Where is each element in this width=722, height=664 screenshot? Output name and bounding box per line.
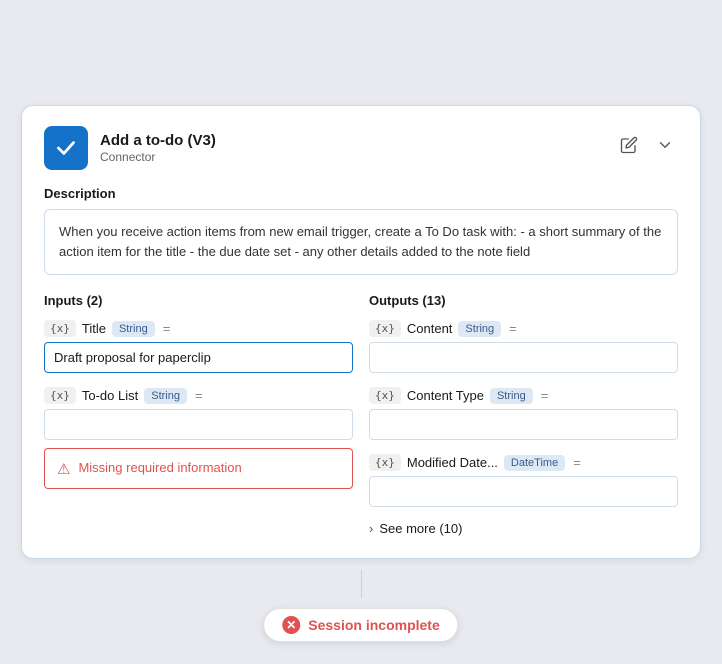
input-item-todolist: {x} To-do List String = ⚠ Missing requir…: [44, 387, 353, 489]
output-contenttype-var-badge: {x}: [369, 387, 401, 404]
missing-info-error: ⚠ Missing required information: [44, 448, 353, 489]
input-item-title: {x} Title String =: [44, 320, 353, 373]
output-contenttype-header: {x} Content Type String =: [369, 387, 678, 404]
page-wrapper: Add a to-do (V3) Connector: [0, 0, 722, 664]
output-item-content: {x} Content String =: [369, 320, 678, 373]
header-actions: [616, 132, 678, 163]
output-modifieddate-header: {x} Modified Date... DateTime =: [369, 454, 678, 471]
inputs-title: Inputs (2): [44, 293, 353, 308]
input-todolist-type-badge: String: [144, 388, 187, 404]
see-more-button[interactable]: › See more (10): [369, 521, 678, 536]
output-item-contenttype: {x} Content Type String =: [369, 387, 678, 440]
header-subtitle: Connector: [100, 150, 616, 164]
output-contenttype-label: Content Type: [407, 388, 484, 403]
session-text: Session incomplete: [308, 617, 439, 633]
input-title-var-badge: {x}: [44, 320, 76, 337]
outputs-column: Outputs (13) {x} Content String = {x}: [369, 293, 678, 536]
header-title: Add a to-do (V3): [100, 132, 616, 149]
input-title-eq: =: [163, 321, 171, 336]
output-contenttype-field[interactable]: [369, 409, 678, 440]
input-todolist-header: {x} To-do List String =: [44, 387, 353, 404]
output-modifieddate-field[interactable]: [369, 476, 678, 507]
edit-icon: [620, 136, 638, 159]
output-item-modifieddate: {x} Modified Date... DateTime =: [369, 454, 678, 507]
session-x-icon: ✕: [286, 618, 296, 632]
output-content-field[interactable]: [369, 342, 678, 373]
divider-line: [361, 570, 362, 598]
edit-button[interactable]: [616, 132, 642, 163]
input-todolist-var-badge: {x}: [44, 387, 76, 404]
error-message: Missing required information: [78, 459, 241, 477]
collapse-icon: [656, 136, 674, 159]
output-content-header: {x} Content String =: [369, 320, 678, 337]
see-more-arrow-icon: ›: [369, 521, 373, 536]
session-error-icon: ✕: [282, 616, 300, 634]
input-error-container: ⚠ Missing required information: [44, 448, 353, 489]
output-contenttype-type-badge: String: [490, 388, 533, 404]
outputs-title: Outputs (13): [369, 293, 678, 308]
output-content-type-badge: String: [458, 321, 501, 337]
output-modifieddate-type-badge: DateTime: [504, 455, 565, 471]
input-title-type-badge: String: [112, 321, 155, 337]
output-modifieddate-var-badge: {x}: [369, 454, 401, 471]
output-modifieddate-eq: =: [573, 455, 581, 470]
output-contenttype-eq: =: [541, 388, 549, 403]
description-label: Description: [44, 186, 678, 201]
output-content-var-badge: {x}: [369, 320, 401, 337]
card-header: Add a to-do (V3) Connector: [44, 126, 678, 170]
input-todolist-label: To-do List: [82, 388, 138, 403]
inputs-column: Inputs (2) {x} Title String = {x} To-: [44, 293, 353, 536]
output-content-label: Content: [407, 321, 453, 336]
error-triangle-icon: ⚠: [57, 460, 70, 478]
input-todolist-eq: =: [195, 388, 203, 403]
collapse-button[interactable]: [652, 132, 678, 163]
see-more-label: See more (10): [379, 521, 462, 536]
main-card: Add a to-do (V3) Connector: [21, 105, 701, 559]
io-row: Inputs (2) {x} Title String = {x} To-: [44, 293, 678, 536]
input-title-header: {x} Title String =: [44, 320, 353, 337]
input-title-label: Title: [82, 321, 106, 336]
input-todolist-field[interactable]: [44, 409, 353, 440]
app-icon: [44, 126, 88, 170]
input-title-field[interactable]: [44, 342, 353, 373]
session-badge: ✕ Session incomplete: [263, 608, 458, 642]
description-box: When you receive action items from new e…: [44, 209, 678, 275]
header-text: Add a to-do (V3) Connector: [100, 132, 616, 164]
output-modifieddate-label: Modified Date...: [407, 455, 498, 470]
output-content-eq: =: [509, 321, 517, 336]
